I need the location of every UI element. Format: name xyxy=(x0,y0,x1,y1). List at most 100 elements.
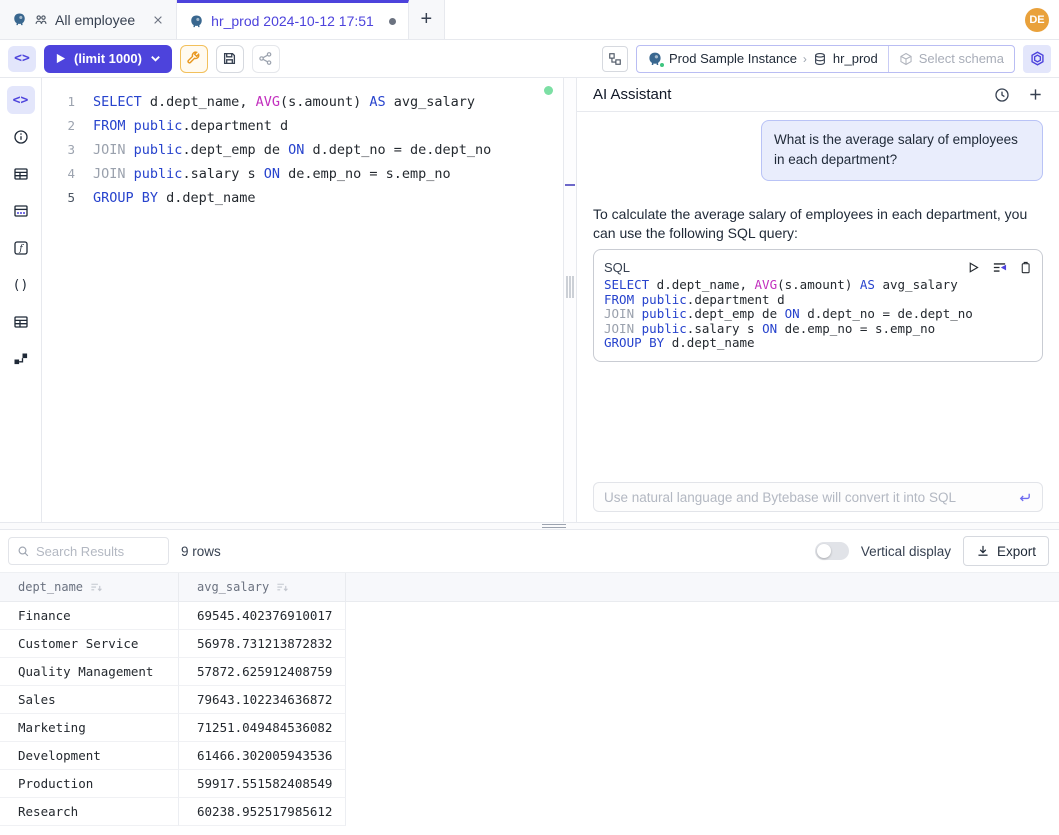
editor-toolbar: <> (limit 1000) Prod Sample Instance xyxy=(0,40,1059,78)
run-code-icon[interactable] xyxy=(967,261,980,274)
ai-input-box xyxy=(593,482,1043,512)
enter-icon xyxy=(1017,490,1032,505)
ai-code-line: SELECT d.dept_name, AVG(s.amount) AS avg… xyxy=(604,278,1032,293)
new-chat-icon[interactable] xyxy=(1028,87,1043,102)
cell-avg-salary: 61466.302005943536 xyxy=(179,742,346,770)
export-label: Export xyxy=(997,544,1036,559)
sidebar-item-info[interactable] xyxy=(7,123,35,151)
tab-all-employee[interactable]: All employee xyxy=(0,0,177,39)
wrench-icon xyxy=(186,51,201,66)
insert-to-editor-icon[interactable] xyxy=(992,260,1007,275)
line-number: 1 xyxy=(42,90,75,114)
editor-line[interactable]: 3JOIN public.dept_emp de ON d.dept_no = … xyxy=(42,138,563,162)
editor-status-dot xyxy=(544,86,553,95)
select-schema[interactable]: Select schema xyxy=(888,46,1014,72)
group-icon xyxy=(34,13,48,27)
sidebar-item-tables[interactable] xyxy=(7,160,35,188)
sort-icon[interactable] xyxy=(276,581,289,594)
breadcrumb-chevron: › xyxy=(803,52,807,66)
sidebar-item-views[interactable] xyxy=(7,308,35,336)
table-row[interactable]: Quality Management57872.625912408759 xyxy=(0,658,1059,686)
cube-icon xyxy=(899,52,913,66)
code-icon: <> xyxy=(14,51,30,66)
sidebar-item-sample-data[interactable] xyxy=(7,197,35,225)
database-name: hr_prod xyxy=(833,51,878,66)
history-icon[interactable] xyxy=(994,87,1010,103)
editor-line[interactable]: 5GROUP BY d.dept_name xyxy=(42,186,563,210)
postgresql-icon xyxy=(647,51,663,67)
parentheses-icon: () xyxy=(13,276,29,294)
close-icon[interactable] xyxy=(152,14,164,26)
new-tab-button[interactable]: + xyxy=(409,0,445,39)
cell-dept-name: Production xyxy=(0,770,179,798)
instance-database-selector[interactable]: Prod Sample Instance › hr_prod xyxy=(637,46,888,72)
code-text: GROUP BY d.dept_name xyxy=(93,186,256,210)
sidebar-item-procedures[interactable]: () xyxy=(7,271,35,299)
schema-flow-icon xyxy=(13,351,29,367)
share-icon xyxy=(258,51,273,66)
code-panel-toggle[interactable]: <> xyxy=(8,46,36,72)
table-row[interactable]: Customer Service56978.731213872832 xyxy=(0,630,1059,658)
results-toolbar: 9 rows Vertical display Export xyxy=(0,530,1059,572)
openai-icon xyxy=(1029,50,1046,67)
export-button[interactable]: Export xyxy=(963,536,1049,566)
download-icon xyxy=(976,544,990,558)
sidebar-item-sql-editor[interactable]: <> xyxy=(7,86,35,114)
table-row[interactable]: Development61466.302005943536 xyxy=(0,742,1059,770)
tab-label: hr_prod 2024-10-12 17:51 xyxy=(211,13,374,29)
activity-sidebar: <> f () xyxy=(0,78,42,522)
sort-icon[interactable] xyxy=(90,581,103,594)
scroll-thumb[interactable] xyxy=(565,184,575,186)
editor-line[interactable]: 4JOIN public.salary s ON de.emp_no = s.e… xyxy=(42,162,563,186)
schema-diagram-button[interactable] xyxy=(602,46,628,72)
sql-code-card: SQL SELECT d.dept_name, AVG(s.amount) AS… xyxy=(593,249,1043,362)
save-sheet-button[interactable] xyxy=(216,45,244,73)
resize-grip-icon xyxy=(542,524,566,528)
avatar[interactable]: DE xyxy=(1025,8,1049,32)
ai-prompt-input[interactable] xyxy=(604,490,1009,505)
table-row[interactable]: Research60238.952517985612 xyxy=(0,798,1059,826)
editor-code: 1SELECT d.dept_name, AVG(s.amount) AS av… xyxy=(42,90,563,210)
results-resize-handle[interactable] xyxy=(0,522,1059,530)
cell-avg-salary: 71251.049484536082 xyxy=(179,714,346,742)
format-sql-button[interactable] xyxy=(180,45,208,73)
cell-avg-salary: 59917.551582408549 xyxy=(179,770,346,798)
editor-line[interactable]: 2FROM public.department d xyxy=(42,114,563,138)
table-row[interactable]: Production59917.551582408549 xyxy=(0,770,1059,798)
ai-code-line: JOIN public.dept_emp de ON d.dept_no = d… xyxy=(604,307,1032,322)
ai-assistant-button[interactable] xyxy=(1023,45,1051,73)
share-button[interactable] xyxy=(252,45,280,73)
search-results-input[interactable] xyxy=(36,544,160,559)
code-text: JOIN public.dept_emp de ON d.dept_no = d… xyxy=(93,138,491,162)
svg-text:f: f xyxy=(18,244,24,254)
column-header-dept-name[interactable]: dept_name xyxy=(0,573,179,601)
plus-icon: + xyxy=(421,8,433,31)
panel-resize-handle[interactable] xyxy=(563,78,577,522)
sidebar-item-schema-diagram[interactable] xyxy=(7,345,35,373)
sidebar-item-functions[interactable]: f xyxy=(7,234,35,262)
cell-avg-salary: 79643.102234636872 xyxy=(179,686,346,714)
ai-assistant-panel: AI Assistant What is the average salary … xyxy=(577,78,1059,522)
connection-selector: Prod Sample Instance › hr_prod Select sc… xyxy=(636,45,1015,73)
code-icon: <> xyxy=(13,91,29,109)
assistant-message: To calculate the average salary of emplo… xyxy=(593,205,1043,362)
editor-line[interactable]: 1SELECT d.dept_name, AVG(s.amount) AS av… xyxy=(42,90,563,114)
resize-grip-icon xyxy=(567,276,574,298)
column-header-avg-salary[interactable]: avg_salary xyxy=(179,573,346,601)
results-table-body: Finance69545.402376910017Customer Servic… xyxy=(0,602,1059,835)
search-icon xyxy=(17,545,30,558)
sql-editor-pane[interactable]: 1SELECT d.dept_name, AVG(s.amount) AS av… xyxy=(42,78,563,522)
ai-input-row xyxy=(577,472,1059,522)
table-row[interactable]: Marketing71251.049484536082 xyxy=(0,714,1059,742)
cell-dept-name: Quality Management xyxy=(0,658,179,686)
table-row[interactable]: Finance69545.402376910017 xyxy=(0,602,1059,630)
table-row[interactable]: Sales79643.102234636872 xyxy=(0,686,1059,714)
assistant-intro-text: To calculate the average salary of emplo… xyxy=(593,205,1043,245)
run-query-button[interactable]: (limit 1000) xyxy=(44,45,172,73)
vertical-display-toggle[interactable] xyxy=(815,542,849,560)
tab-hr-prod[interactable]: hr_prod 2024-10-12 17:51 xyxy=(177,0,409,39)
postgresql-icon xyxy=(12,12,27,27)
copy-icon[interactable] xyxy=(1019,261,1032,274)
cell-avg-salary: 69545.402376910017 xyxy=(179,602,346,630)
tab-label: All employee xyxy=(55,12,135,28)
